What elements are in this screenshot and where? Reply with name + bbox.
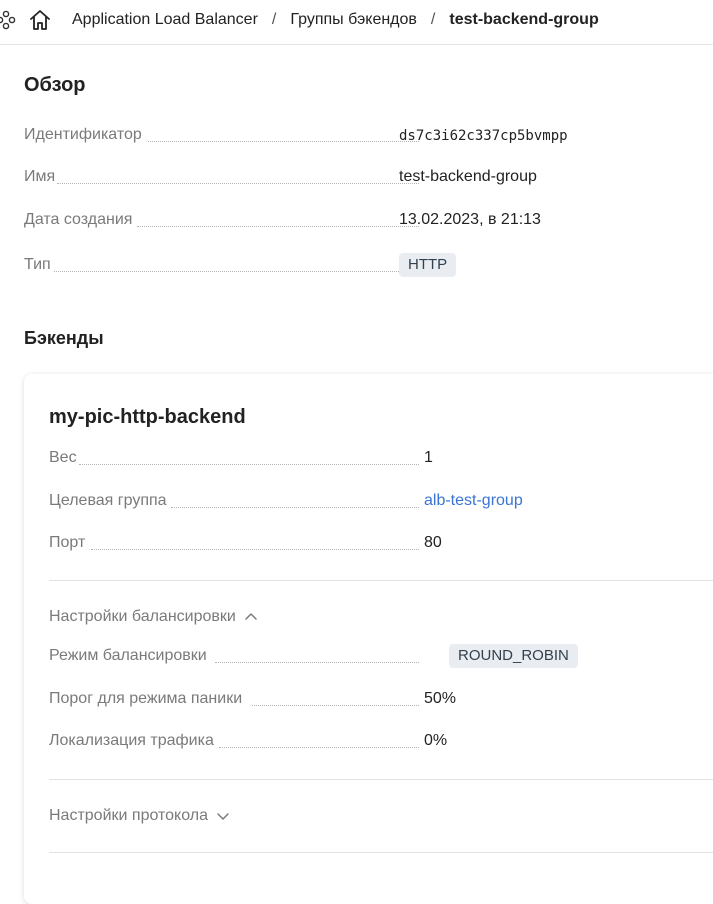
balancing-value-locality: 0% [424, 732, 448, 749]
nodes-icon [0, 10, 16, 30]
type-badge: HTTP [399, 253, 457, 277]
breadcrumb-item-alb[interactable]: Application Load Balancer [72, 11, 258, 29]
overview-row-name: Имя test-backend-group [24, 168, 604, 190]
breadcrumb-current: test-backend-group [449, 11, 599, 28]
balancing-value-panic: 50% [424, 690, 457, 707]
backends-title: Бэкенды [24, 328, 104, 348]
balancing-mode-badge: ROUND_ROBIN [449, 644, 578, 668]
backend-name: my-pic-http-backend [49, 406, 246, 428]
balancing-label: Локализация трафика [49, 732, 216, 750]
overview-title: Обзор [24, 74, 86, 96]
backend-row-weight: Вес 1 [49, 449, 699, 471]
overview-row-created: Дата создания 13.02.2023, в 21:13 [24, 211, 604, 233]
balancing-row-locality: Локализация трафика 0% [49, 732, 699, 754]
breadcrumb-separator: / [271, 11, 277, 28]
dotted-leader [137, 226, 419, 227]
balancing-settings-label: Настройки балансировки [49, 608, 236, 625]
backend-label: Порт [49, 534, 88, 552]
backend-label: Вес [49, 449, 79, 467]
divider [49, 580, 713, 581]
dotted-leader [148, 141, 419, 142]
dotted-leader [79, 464, 419, 465]
overview-row-type: Тип HTTP [24, 253, 604, 278]
balancing-label: Порог для режима паники [49, 690, 245, 708]
overview-label: Имя [24, 168, 58, 186]
overview-value-name: test-backend-group [399, 168, 537, 185]
backend-value-port: 80 [424, 534, 442, 551]
dotted-leader [91, 549, 419, 550]
dotted-leader [215, 662, 419, 663]
balancing-row-panic: Порог для режима паники 50% [49, 690, 699, 712]
overview-label: Идентификатор [24, 126, 144, 144]
balancing-row-mode: Режим балансировки ROUND_ROBIN [49, 644, 699, 669]
chevron-down-icon [217, 813, 229, 820]
overview-label: Дата создания [24, 211, 135, 229]
balancing-label: Режим балансировки [49, 647, 209, 665]
backend-row-target-group: Целевая группа alb-test-group [49, 492, 699, 514]
overview-value-id: ds7c3i62c337cp5bvmpp [399, 128, 568, 144]
breadcrumb: Application Load Balancer / Группы бэкен… [72, 0, 599, 40]
backend-value-weight: 1 [424, 449, 433, 466]
dotted-leader [54, 271, 419, 272]
divider [49, 852, 713, 853]
target-group-link[interactable]: alb-test-group [424, 492, 523, 510]
backend-card: my-pic-http-backend Вес 1 Целевая группа… [24, 374, 713, 904]
balancing-settings-toggle[interactable]: Настройки балансировки [49, 608, 258, 626]
protocol-settings-toggle[interactable]: Настройки протокола [49, 807, 230, 825]
breadcrumb-separator: / [430, 11, 436, 28]
backend-row-port: Порт 80 [49, 534, 699, 556]
overview-value-created: 13.02.2023, в 21:13 [399, 211, 541, 228]
overview-label: Тип [24, 256, 53, 274]
backend-label: Целевая группа [49, 492, 169, 510]
chevron-up-icon [245, 613, 257, 620]
dotted-leader [57, 183, 419, 184]
home-icon[interactable] [28, 8, 52, 32]
dotted-leader [252, 705, 419, 706]
dotted-leader [219, 747, 419, 748]
header-bar: Application Load Balancer / Группы бэкен… [0, 0, 713, 45]
protocol-settings-label: Настройки протокола [49, 807, 209, 824]
breadcrumb-item-backend-groups[interactable]: Группы бэкендов [290, 11, 417, 29]
overview-row-id: Идентификатор ds7c3i62c337cp5bvmpp [24, 126, 604, 148]
divider [49, 779, 713, 780]
dotted-leader [171, 507, 419, 508]
